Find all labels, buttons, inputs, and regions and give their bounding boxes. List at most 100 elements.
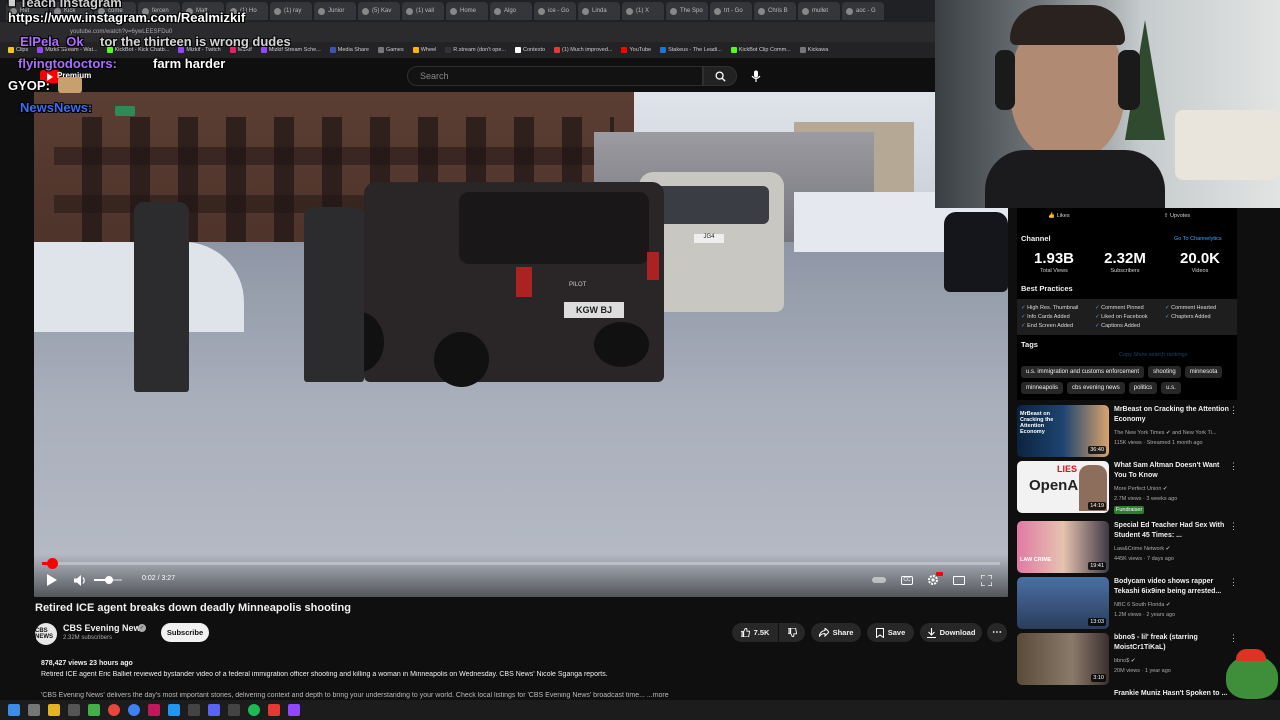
progress-scrubber[interactable] — [46, 558, 58, 569]
app-icon[interactable] — [188, 704, 200, 716]
channel-avatar[interactable]: CBS NEWS — [35, 623, 57, 645]
windows-start-icon[interactable] — [8, 704, 20, 716]
video-thumbnail[interactable]: 13:03 — [1017, 577, 1109, 629]
subscribe-button[interactable]: Subscribe — [161, 623, 209, 642]
tag-chip[interactable]: shooting — [1148, 366, 1181, 378]
recommended-video[interactable]: 3:10 bbno$ - lil' freak (starring MoistC… — [1017, 633, 1242, 689]
video-thumbnail[interactable]: OpenAI LIES 14:19 — [1017, 461, 1109, 513]
tag-chip[interactable]: politics — [1128, 382, 1158, 394]
bookmark-item[interactable]: Media Share — [329, 47, 369, 53]
dislike-button[interactable] — [779, 623, 805, 642]
app-icon[interactable] — [88, 704, 100, 716]
description-more[interactable]: 'CBS Evening News' delivers the day's mo… — [41, 692, 1001, 699]
recommended-title[interactable]: MrBeast on Cracking the Attention Econom… — [1114, 405, 1232, 425]
search-button[interactable] — [703, 66, 737, 86]
recommended-video[interactable]: OpenAI LIES 14:19 What Sam Altman Doesn'… — [1017, 461, 1242, 517]
miniplayer-button[interactable] — [952, 574, 966, 586]
voice-search-button[interactable] — [745, 66, 767, 86]
recommended-video[interactable]: Frankie Muniz Hasn't Spoken to ... — [1017, 689, 1242, 700]
tags-actions[interactable]: Copy Show search rankings — [1119, 352, 1187, 358]
browser-tab[interactable]: Junior — [314, 2, 356, 20]
channel-name[interactable]: CBS Evening News — [63, 623, 146, 633]
channelytics-link[interactable]: Go To Channelytics — [1174, 236, 1222, 242]
bookmark-item[interactable]: Kickawa — [799, 47, 828, 53]
mute-button[interactable] — [72, 572, 88, 588]
bookmark-item[interactable]: Wheel — [412, 47, 436, 53]
browser-tab[interactable]: (1) ray — [270, 2, 312, 20]
recommended-title[interactable]: What Sam Altman Doesn't Want You To Know — [1114, 461, 1232, 481]
app-icon[interactable] — [228, 704, 240, 716]
bookmark-item[interactable]: (1) Much improved... — [554, 47, 612, 53]
recommended-title[interactable]: Frankie Muniz Hasn't Spoken to ... — [1114, 689, 1232, 699]
tag-chip[interactable]: u.s. immigration and customs enforcement — [1021, 366, 1145, 378]
share-button[interactable]: Share — [811, 623, 861, 642]
video-thumbnail[interactable]: LAW CRIME 19:41 — [1017, 521, 1109, 573]
app-icon[interactable] — [68, 704, 80, 716]
tag-chip[interactable]: minneapolis — [1021, 382, 1064, 394]
more-vertical-icon[interactable]: ⋮ — [1229, 405, 1238, 416]
app-icon[interactable] — [168, 704, 180, 716]
more-vertical-icon[interactable]: ⋮ — [1229, 633, 1238, 644]
video-thumbnail[interactable]: 3:10 — [1017, 633, 1109, 685]
bookmark-item[interactable]: Games — [377, 47, 404, 53]
more-vertical-icon[interactable]: ⋮ — [1229, 461, 1238, 472]
recommended-title[interactable]: Bodycam video shows rapper Tekashi 6ix9i… — [1114, 577, 1232, 597]
settings-button[interactable] — [926, 572, 943, 587]
recommended-title[interactable]: bbno$ - lil' freak (starring MoistCr1TiK… — [1114, 633, 1232, 653]
recommended-video[interactable]: MrBeast on Cracking the Attention Econom… — [1017, 405, 1242, 461]
file-explorer-icon[interactable] — [48, 704, 60, 716]
recommended-channel[interactable]: NBC 6 South Florida ✔ — [1114, 602, 1171, 608]
browser-tab[interactable]: (1) X — [622, 2, 664, 20]
browser-tab[interactable]: ice - Go — [534, 2, 576, 20]
tag-chip[interactable]: minnesota — [1184, 366, 1223, 378]
fullscreen-button[interactable] — [979, 574, 993, 586]
play-button[interactable] — [44, 572, 60, 588]
search-taskbar-icon[interactable] — [28, 704, 40, 716]
bookmark-item[interactable]: Contexto — [515, 47, 545, 53]
browser-tab[interactable]: trt - Go — [710, 2, 752, 20]
browser-tab[interactable]: The Spo — [666, 2, 708, 20]
browser-tab[interactable]: aoc - G — [842, 2, 884, 20]
autoplay-toggle[interactable] — [872, 574, 886, 586]
download-button[interactable]: Download — [920, 623, 982, 642]
more-actions-button[interactable]: ⋯ — [987, 623, 1007, 642]
spotify-icon[interactable] — [248, 704, 260, 716]
like-button[interactable]: 7.5K — [732, 623, 778, 642]
recommended-channel[interactable]: More Perfect Union ✔ — [1114, 486, 1168, 492]
progress-bar[interactable] — [42, 562, 1000, 565]
app-icon[interactable] — [268, 704, 280, 716]
search-input[interactable]: Search — [407, 66, 703, 86]
app-icon[interactable] — [148, 704, 160, 716]
browser-tab[interactable]: Linda — [578, 2, 620, 20]
bookmark-item[interactable]: Stakeus - The Leadi... — [660, 47, 722, 53]
more-vertical-icon[interactable]: ⋮ — [1229, 521, 1238, 532]
browser-tab[interactable]: Home — [446, 2, 488, 20]
twitch-icon[interactable] — [288, 704, 300, 716]
recommended-video[interactable]: LAW CRIME 19:41 Special Ed Teacher Had S… — [1017, 521, 1242, 577]
recommended-video[interactable]: 13:03 Bodycam video shows rapper Tekashi… — [1017, 577, 1242, 633]
tag-chip[interactable]: cbs evening news — [1067, 382, 1125, 394]
app-icon[interactable] — [128, 704, 140, 716]
browser-tab[interactable]: (5) Kav — [358, 2, 400, 20]
browser-tab[interactable]: Algo — [490, 2, 532, 20]
recommended-channel[interactable]: bbno$ ✔ — [1114, 658, 1135, 664]
more-vertical-icon[interactable]: ⋮ — [1229, 577, 1238, 588]
video-frame-wheel — [434, 332, 489, 387]
bookmark-item[interactable]: YouTube — [621, 47, 651, 53]
recommended-title[interactable]: Special Ed Teacher Had Sex With Student … — [1114, 521, 1232, 541]
save-button[interactable]: Save — [867, 623, 914, 642]
video-player[interactable]: JG4 KGW BJ PILOT 0:02 / 3:27 CC — [34, 92, 1008, 597]
video-thumbnail[interactable]: MrBeast on Cracking the Attention Econom… — [1017, 405, 1109, 457]
bookmark-item[interactable]: KickBot Clip Comm... — [730, 47, 791, 53]
recommended-channel[interactable]: The New York Times ✔ and New York Ti... — [1114, 430, 1216, 436]
recommended-channel[interactable]: Law&Crime Network ✔ — [1114, 546, 1170, 552]
discord-icon[interactable] — [208, 704, 220, 716]
chrome-icon[interactable] — [108, 704, 120, 716]
description-box[interactable]: 878,427 views 23 hours ago Retired ICE a… — [35, 656, 1007, 700]
browser-tab[interactable]: Chris B — [754, 2, 796, 20]
bookmark-item[interactable]: R.stream (don't ope... — [445, 47, 506, 53]
captions-button[interactable]: CC — [900, 574, 914, 586]
browser-tab[interactable]: (1) vall — [402, 2, 444, 20]
browser-tab[interactable]: mullet — [798, 2, 840, 20]
tag-chip[interactable]: u.s. — [1161, 382, 1181, 394]
